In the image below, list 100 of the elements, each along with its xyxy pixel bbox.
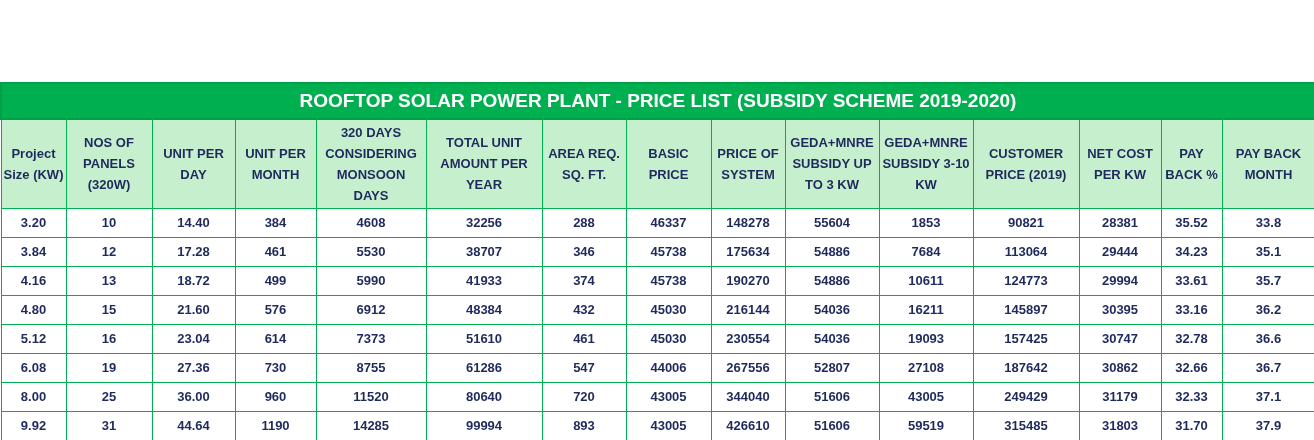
table-cell: 27108 [879, 353, 973, 382]
table-cell: 730 [235, 353, 316, 382]
table-cell: 10 [66, 208, 152, 237]
table-cell: 8.00 [1, 382, 66, 411]
table-cell: 148278 [711, 208, 785, 237]
table-cell: 614 [235, 324, 316, 353]
table-cell: 576 [235, 295, 316, 324]
table-cell: 249429 [973, 382, 1079, 411]
table-cell: 36.00 [152, 382, 235, 411]
table-cell: 124773 [973, 266, 1079, 295]
table-cell: 41933 [426, 266, 542, 295]
table-cell: 7684 [879, 237, 973, 266]
table-cell: 33.61 [1161, 266, 1222, 295]
table-cell: 960 [235, 382, 316, 411]
table-cell: 113064 [973, 237, 1079, 266]
table-cell: 55604 [785, 208, 879, 237]
table-cell: 1853 [879, 208, 973, 237]
table-cell: 5.12 [1, 324, 66, 353]
table-cell: 19 [66, 353, 152, 382]
table-cell: 14.40 [152, 208, 235, 237]
table-cell: 35.52 [1161, 208, 1222, 237]
table-cell: 8755 [316, 353, 426, 382]
table-cell: 346 [542, 237, 626, 266]
table-cell: 29444 [1079, 237, 1161, 266]
table-cell: 6912 [316, 295, 426, 324]
column-header: GEDA+MNRE SUBSIDY UP TO 3 KW [785, 119, 879, 208]
table-title: ROOFTOP SOLAR POWER PLANT - PRICE LIST (SUBSIDY SCHEME 2019-2020) [299, 89, 1017, 111]
table-cell: 30395 [1079, 295, 1161, 324]
column-header: PAY BACK MONTH [1222, 119, 1314, 208]
column-header: PRICE OF SYSTEM [711, 119, 785, 208]
table-cell: 29994 [1079, 266, 1161, 295]
table-cell: 5990 [316, 266, 426, 295]
table-cell: 5530 [316, 237, 426, 266]
table-cell: 34.23 [1161, 237, 1222, 266]
table-cell: 45030 [626, 324, 711, 353]
table-cell: 27.36 [152, 353, 235, 382]
table-cell: 54886 [785, 266, 879, 295]
table-cell: 30862 [1079, 353, 1161, 382]
table-cell: 44006 [626, 353, 711, 382]
table-cell: 23.04 [152, 324, 235, 353]
table-cell: 61286 [426, 353, 542, 382]
table-cell: 38707 [426, 237, 542, 266]
column-header: NET COST PER KW [1079, 119, 1161, 208]
table-cell: 33.16 [1161, 295, 1222, 324]
table-cell: 9.92 [1, 411, 66, 440]
table-cell: 3.20 [1, 208, 66, 237]
column-header: NOS OF PANELS (320W) [66, 119, 152, 208]
table-cell: 32.33 [1161, 382, 1222, 411]
column-header: PAY BACK % [1161, 119, 1222, 208]
table-cell: 43005 [626, 382, 711, 411]
table-cell: 80640 [426, 382, 542, 411]
table-cell: 187642 [973, 353, 1079, 382]
table-cell: 16211 [879, 295, 973, 324]
table-cell: 90821 [973, 208, 1079, 237]
table-cell: 28381 [1079, 208, 1161, 237]
table-cell: 45738 [626, 237, 711, 266]
column-header: TOTAL UNIT AMOUNT PER YEAR [426, 119, 542, 208]
table-cell: 216144 [711, 295, 785, 324]
table-cell: 32.78 [1161, 324, 1222, 353]
table-cell: 15 [66, 295, 152, 324]
table-cell: 6.08 [1, 353, 66, 382]
table-cell: 3.84 [1, 237, 66, 266]
table-cell: 499 [235, 266, 316, 295]
table-cell: 16 [66, 324, 152, 353]
column-header: 320 DAYS CONSIDERING MONSOON DAYS [316, 119, 426, 208]
table-cell: 13 [66, 266, 152, 295]
table-cell: 25 [66, 382, 152, 411]
table-cell: 45030 [626, 295, 711, 324]
table-cell: 461 [542, 324, 626, 353]
table-cell: 21.60 [152, 295, 235, 324]
table-cell: 267556 [711, 353, 785, 382]
table-cell: 11520 [316, 382, 426, 411]
column-header: UNIT PER DAY [152, 119, 235, 208]
table-cell: 19093 [879, 324, 973, 353]
table-cell: 230554 [711, 324, 785, 353]
table-cell: 10611 [879, 266, 973, 295]
table-cell: 461 [235, 237, 316, 266]
table-cell: 384 [235, 208, 316, 237]
table-cell: 43005 [879, 382, 973, 411]
table-cell: 547 [542, 353, 626, 382]
table-cell: 51606 [785, 382, 879, 411]
column-header: CUSTOMER PRICE (2019) [973, 119, 1079, 208]
column-header: GEDA+MNRE SUBSIDY 3-10 KW [879, 119, 973, 208]
table-cell: 12 [66, 237, 152, 266]
table-cell: 31179 [1079, 382, 1161, 411]
table-cell: 32256 [426, 208, 542, 237]
table-cell: 288 [542, 208, 626, 237]
table-cell: 32.66 [1161, 353, 1222, 382]
table-cell: 432 [542, 295, 626, 324]
table-cell: 54036 [785, 324, 879, 353]
table-cell: 190270 [711, 266, 785, 295]
table-cell: 175634 [711, 237, 785, 266]
table-cell: 17.28 [152, 237, 235, 266]
table-cell: 54886 [785, 237, 879, 266]
table-cell: 54036 [785, 295, 879, 324]
table-cell: 30747 [1079, 324, 1161, 353]
table-cell: 46337 [626, 208, 711, 237]
table-cell: 48384 [426, 295, 542, 324]
table-cell: 344040 [711, 382, 785, 411]
table-cell: 145897 [973, 295, 1079, 324]
